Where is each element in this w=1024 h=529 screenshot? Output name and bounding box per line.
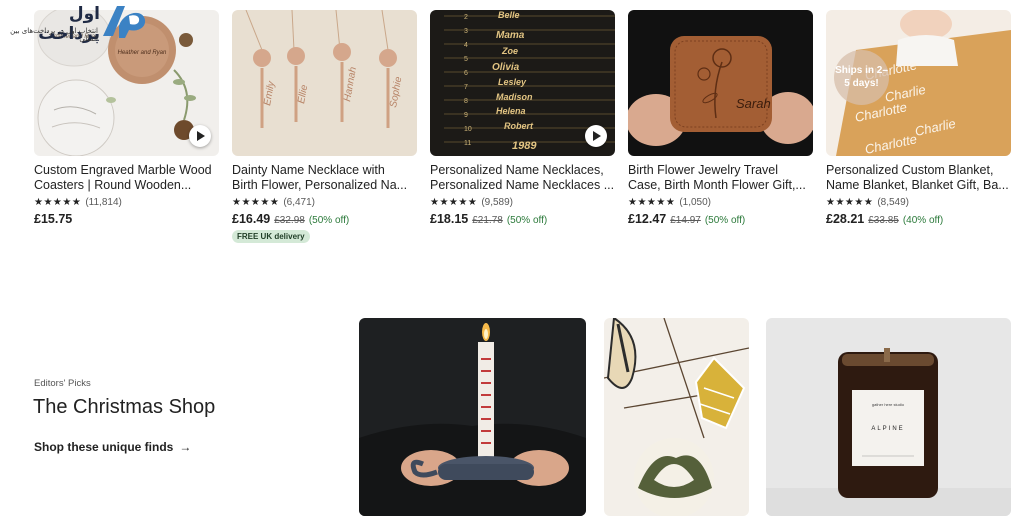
product-card[interactable]: Charlotte Charlie Charlotte Charlie Char… <box>826 10 1011 226</box>
gold-name: Belle <box>498 10 520 20</box>
current-price: £12.47 <box>628 212 667 226</box>
gold-name: Lesley <box>498 77 527 87</box>
play-video-icon[interactable] <box>189 125 211 147</box>
price-row: £16.49 £32.98 (50% off) <box>232 212 417 226</box>
pick-image-candle[interactable] <box>359 318 586 516</box>
star-rating-icon: ★★★★★ <box>34 197 82 208</box>
shop-unique-finds-link[interactable]: Shop these unique finds → <box>34 440 191 454</box>
star-rating-icon: ★★★★★ <box>430 197 478 208</box>
ruler-number: 6 <box>464 70 468 77</box>
coaster-engraving: Heather and Ryan <box>118 50 167 56</box>
product-rating: ★★★★★ (8,549) <box>826 196 1011 209</box>
discount-percent: (40% off) <box>902 215 944 226</box>
ruler-number: 7 <box>464 84 468 91</box>
product-card[interactable]: Emily Ellie Hannah Sophie Dainty Name Ne… <box>232 10 417 244</box>
product-rating: ★★★★★ (9,589) <box>430 196 615 209</box>
ruler-number: 2 <box>464 14 468 21</box>
current-price: £18.15 <box>430 212 469 226</box>
ruler-number: 11 <box>464 140 471 147</box>
product-grid: Heather and Ryan Heather and Ryan Custom… <box>34 10 1014 243</box>
discount-percent: (50% off) <box>506 215 548 226</box>
original-price: £21.78 <box>472 215 503 226</box>
pick-image-ornaments[interactable] <box>604 318 749 516</box>
price-row: £18.15 £21.78 (50% off) <box>430 212 615 226</box>
product-image[interactable]: Charlotte Charlie Charlotte Charlie Char… <box>826 10 1011 156</box>
review-count: (1,050) <box>679 197 712 208</box>
product-rating: ★★★★★ (6,471) <box>232 196 417 209</box>
ruler-number: 3 <box>464 28 468 35</box>
discount-percent: (50% off) <box>308 215 350 226</box>
brand-mark-icon <box>103 6 146 38</box>
original-price: £32.98 <box>274 215 305 226</box>
review-count: (9,589) <box>481 197 514 208</box>
watermark-logo: اول پرداخت انتخاب اول در پرداخت‌های بین … <box>0 0 150 44</box>
pick-image-candle-jar[interactable]: gather here studio ALPINE <box>766 318 1011 516</box>
star-rating-icon: ★★★★★ <box>232 197 280 208</box>
section-eyebrow: Editors' Picks <box>34 378 91 389</box>
product-image[interactable]: Emily Ellie Hannah Sophie <box>232 10 417 156</box>
ruler-number: 4 <box>464 42 468 49</box>
ships-fast-badge: Ships in 2–5 days! <box>834 50 889 105</box>
product-image[interactable]: Sarah <box>628 10 813 156</box>
star-rating-icon: ★★★★★ <box>628 197 676 208</box>
ruler-number: 5 <box>464 56 468 63</box>
link-label: Shop these unique finds <box>34 440 174 454</box>
review-count: (8,549) <box>877 197 910 208</box>
gold-name: Madison <box>496 92 533 102</box>
product-title[interactable]: Birth Flower Jewelry Travel Case, Birth … <box>628 163 813 193</box>
price-row: £15.75 <box>34 212 219 226</box>
product-card[interactable]: 2 3 4 5 6 7 8 9 10 11 Belle Mama Zoe Oli… <box>430 10 615 226</box>
jar-label-brand: gather here studio <box>872 402 905 407</box>
play-video-icon[interactable] <box>585 125 607 147</box>
current-price: £28.21 <box>826 212 865 226</box>
current-price: £16.49 <box>232 212 271 226</box>
arrow-right-icon: → <box>179 440 192 454</box>
product-rating: ★★★★★ (1,050) <box>628 196 813 209</box>
ruler-number: 8 <box>464 98 468 105</box>
original-price: £33.85 <box>868 215 899 226</box>
review-count: (11,814) <box>85 197 122 208</box>
gold-name: Mama <box>496 30 525 41</box>
product-image[interactable]: 2 3 4 5 6 7 8 9 10 11 Belle Mama Zoe Oli… <box>430 10 615 156</box>
free-delivery-badge: FREE UK delivery <box>232 230 310 243</box>
current-price: £15.75 <box>34 212 73 226</box>
gold-name: Robert <box>504 121 534 131</box>
jar-label-scent: ALPINE <box>871 426 904 432</box>
gold-name: Zoe <box>501 46 518 56</box>
product-title[interactable]: Personalized Custom Blanket, Name Blanke… <box>826 163 1011 193</box>
price-row: £28.21 £33.85 (40% off) <box>826 212 1011 226</box>
discount-percent: (50% off) <box>704 215 746 226</box>
price-row: £12.47 £14.97 (50% off) <box>628 212 813 226</box>
gold-name: 1989 <box>512 140 537 152</box>
watermark-subtitle: انتخاب اول در پرداخت‌های بین المللی <box>10 27 98 43</box>
gold-name: Helena <box>496 106 526 116</box>
ruler-number: 10 <box>464 126 472 133</box>
case-engraving: Sarah <box>736 96 771 111</box>
gold-name: Olivia <box>492 62 520 73</box>
original-price: £14.97 <box>670 215 701 226</box>
star-rating-icon: ★★★★★ <box>826 197 874 208</box>
product-title[interactable]: Dainty Name Necklace with Birth Flower, … <box>232 163 417 193</box>
product-card[interactable]: Sarah Birth Flower Jewelry Travel Case, … <box>628 10 813 226</box>
product-rating: ★★★★★ (11,814) <box>34 196 219 209</box>
review-count: (6,471) <box>283 197 316 208</box>
product-title[interactable]: Personalized Name Necklaces, Personalize… <box>430 163 615 193</box>
section-title: The Christmas Shop <box>33 396 216 418</box>
product-title[interactable]: Custom Engraved Marble Wood Coasters | R… <box>34 163 219 193</box>
ruler-number: 9 <box>464 112 468 119</box>
